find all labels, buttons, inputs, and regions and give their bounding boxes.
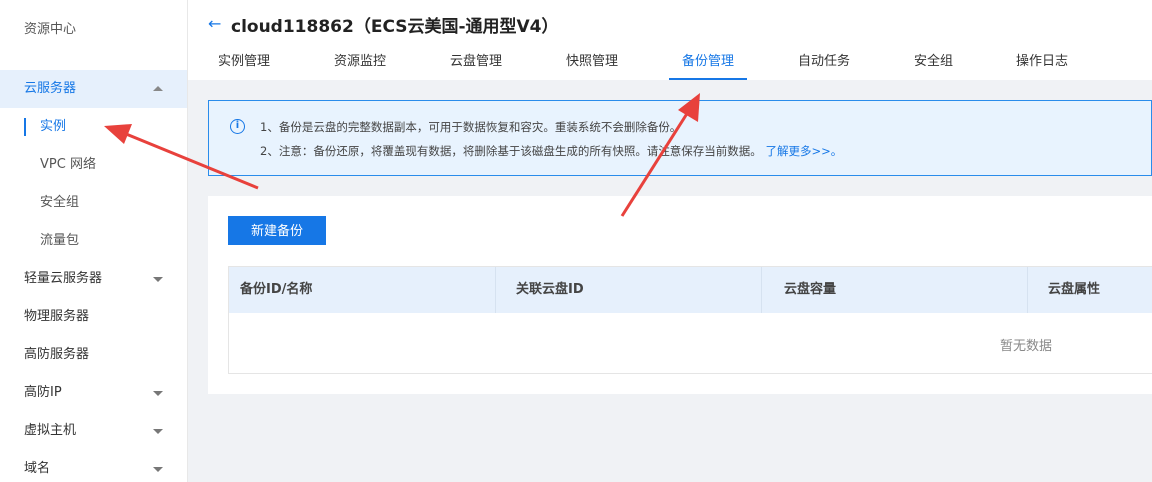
chevron-down-icon [153,391,163,396]
tab-disk-management[interactable]: 云盘管理 [450,50,502,80]
sidebar-item-label: 实例 [40,119,67,134]
notice-line-1: 1、备份是云盘的完整数据副本，可用于数据恢复和容灾。重装系统不会删除备份。 [260,120,682,134]
tab-backup-management[interactable]: 备份管理 [668,50,748,80]
info-icon: i [230,119,245,134]
sidebar-item-label: 域名 [24,461,51,476]
sidebar-item-label: VPC 网络 [40,157,96,172]
sidebar-item-cloud-server[interactable]: 云服务器 [0,70,187,108]
tab-snapshot-management[interactable]: 快照管理 [566,50,618,80]
sidebar-item-label: 虚拟主机 [24,423,77,438]
notice-line-2: 2、注意：备份还原，将覆盖现有数据，将删除基于该磁盘生成的所有快照。请注意保存当… [260,143,842,159]
sidebar-item-traffic-pack[interactable]: 流量包 [0,222,187,260]
column-header-backup-id[interactable]: 备份ID/名称 [229,267,497,313]
page-header: ← cloud118862（ECS云美国-通用型V4） 实例管理 资源监控 云盘… [188,0,1152,80]
table-header: 备份ID/名称 关联云盘ID 云盘容量 云盘属性 [229,267,1152,313]
sidebar-item-ddos-server[interactable]: 高防服务器 [0,336,187,374]
sidebar-item-ddos-ip[interactable]: 高防IP [0,374,187,412]
sidebar-item-label: 物理服务器 [24,309,90,324]
sidebar-item-label: 云服务器 [24,81,77,96]
tab-security-group[interactable]: 安全组 [914,50,953,80]
info-notice: i 1、备份是云盘的完整数据副本，可用于数据恢复和容灾。重装系统不会删除备份。 … [208,100,1152,176]
chevron-down-icon [153,429,163,434]
sidebar-item-vpc[interactable]: VPC 网络 [0,146,187,184]
chevron-up-icon [153,86,163,91]
sidebar-item-domain[interactable]: 域名 [0,450,187,482]
new-backup-button[interactable]: 新建备份 [228,216,326,245]
tab-auto-tasks[interactable]: 自动任务 [798,50,850,80]
sidebar-item-label: 安全组 [40,195,80,210]
page-title: cloud118862（ECS云美国-通用型V4） [231,17,559,37]
chevron-down-icon [153,467,163,472]
column-header-disk-id[interactable]: 关联云盘ID [495,267,762,313]
backup-table: 备份ID/名称 关联云盘ID 云盘容量 云盘属性 暂无数据 [228,266,1152,374]
arrow-left-icon[interactable]: ← [208,14,221,33]
column-header-disk-attribute[interactable]: 云盘属性 [1027,267,1152,313]
sidebar-item-label: 轻量云服务器 [24,271,103,286]
sidebar-item-instance[interactable]: 实例 [0,108,187,146]
empty-state: 暂无数据 [1000,339,1053,354]
column-header-disk-capacity[interactable]: 云盘容量 [761,267,1027,313]
tab-resource-monitoring[interactable]: 资源监控 [334,50,386,80]
tab-instance-management[interactable]: 实例管理 [218,50,270,80]
sidebar-item-physical-server[interactable]: 物理服务器 [0,298,187,336]
chevron-down-icon [153,277,163,282]
sidebar-item-label: 高防服务器 [24,347,90,362]
backup-panel: 新建备份 备份ID/名称 关联云盘ID 云盘容量 云盘属性 暂无数据 [208,196,1152,394]
sidebar-item-virtual-host[interactable]: 虚拟主机 [0,412,187,450]
tab-operation-log[interactable]: 操作日志 [1016,50,1068,80]
sidebar-item-label: 流量包 [40,233,80,248]
sidebar-item-label: 高防IP [24,385,62,400]
sidebar-item-security-group[interactable]: 安全组 [0,184,187,222]
sidebar: 资源中心 云服务器 实例 VPC 网络 安全组 流量包 轻量云服务器 物理服务器… [0,0,188,482]
sidebar-item-lightweight-server[interactable]: 轻量云服务器 [0,260,187,298]
learn-more-link[interactable]: 了解更多>>。 [765,144,842,158]
notice-line-2-text: 2、注意：备份还原，将覆盖现有数据，将删除基于该磁盘生成的所有快照。请注意保存当… [260,144,762,158]
sidebar-header: 资源中心 [24,22,77,37]
